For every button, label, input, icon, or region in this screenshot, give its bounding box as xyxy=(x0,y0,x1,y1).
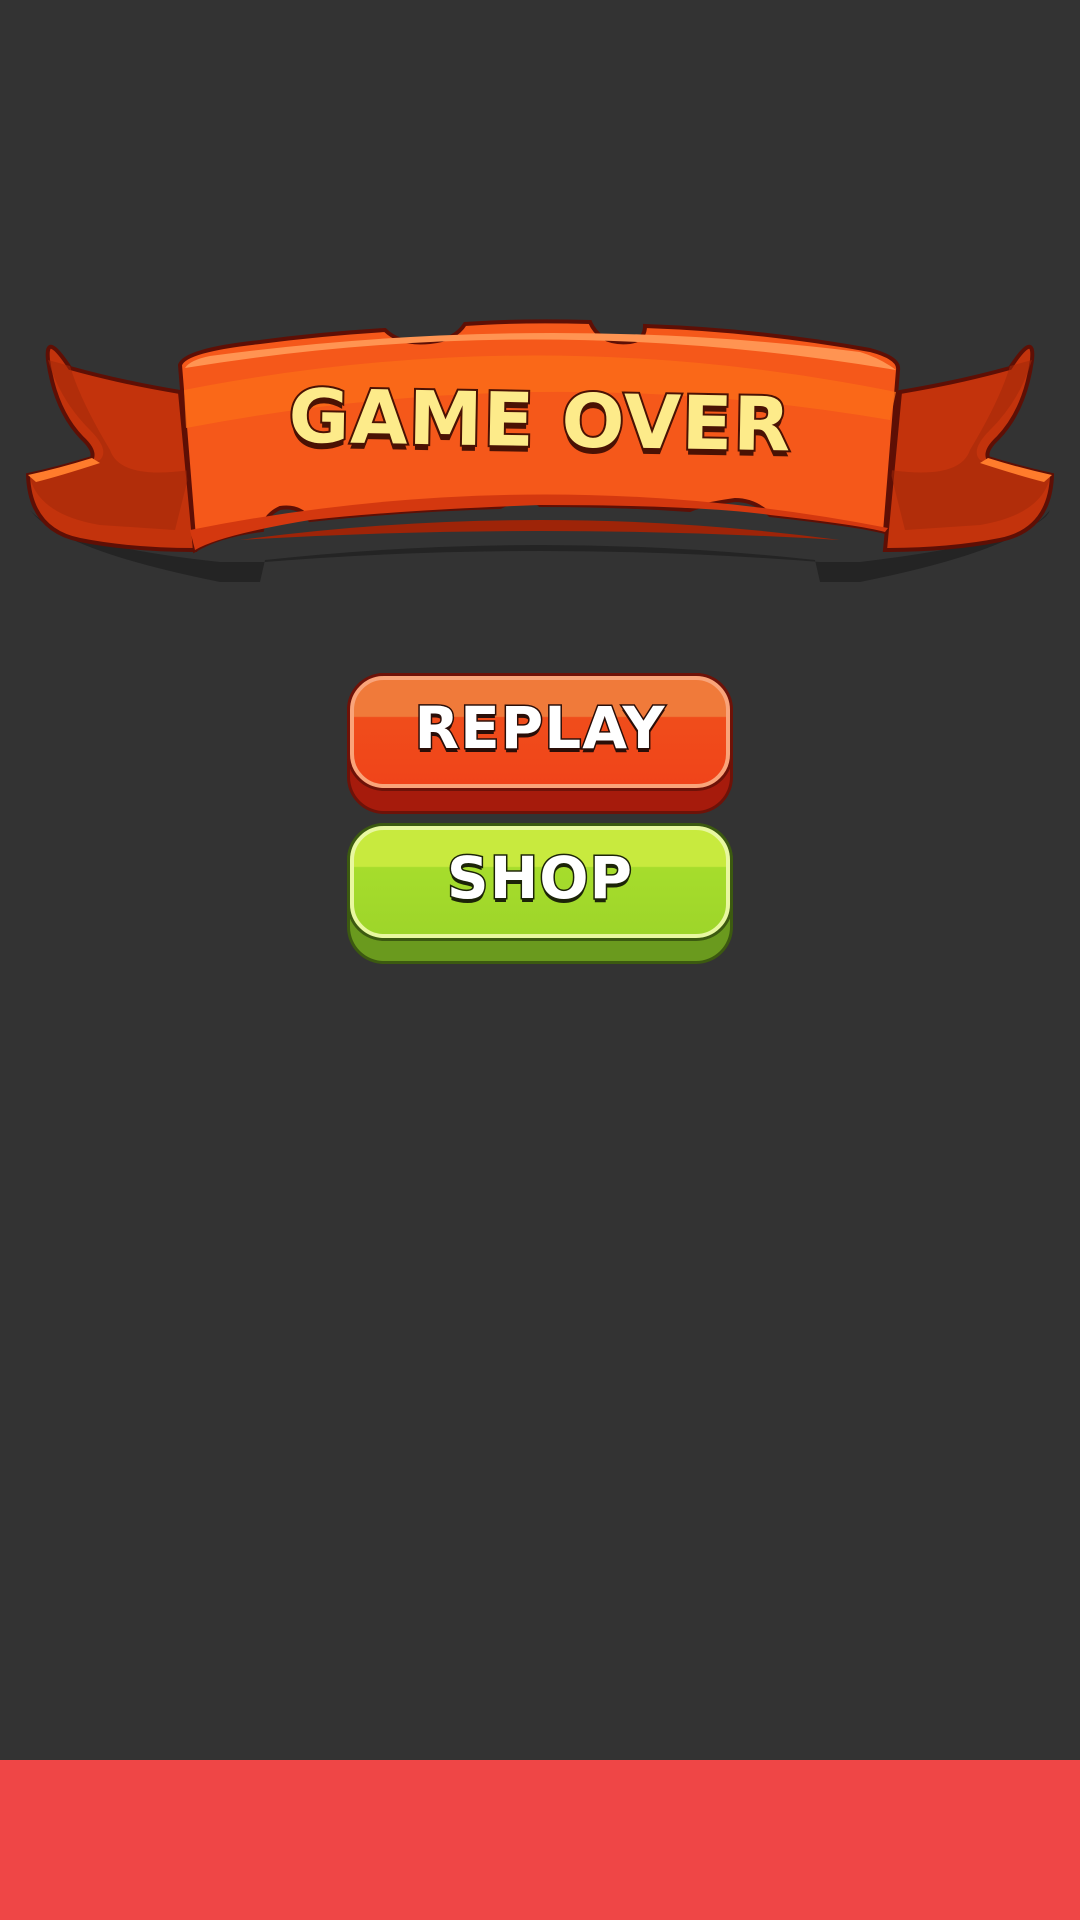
footer-bar xyxy=(0,1760,1080,1920)
shop-button[interactable]: SHOP xyxy=(350,826,730,961)
shop-button-label: SHOP xyxy=(445,843,634,914)
replay-button[interactable]: REPLAY xyxy=(350,676,730,811)
game-over-banner: GAME OVER xyxy=(0,300,1080,600)
game-over-screen: GAME OVER REPLAY SHOP xyxy=(0,0,1080,1920)
replay-button-label: REPLAY xyxy=(413,693,666,764)
